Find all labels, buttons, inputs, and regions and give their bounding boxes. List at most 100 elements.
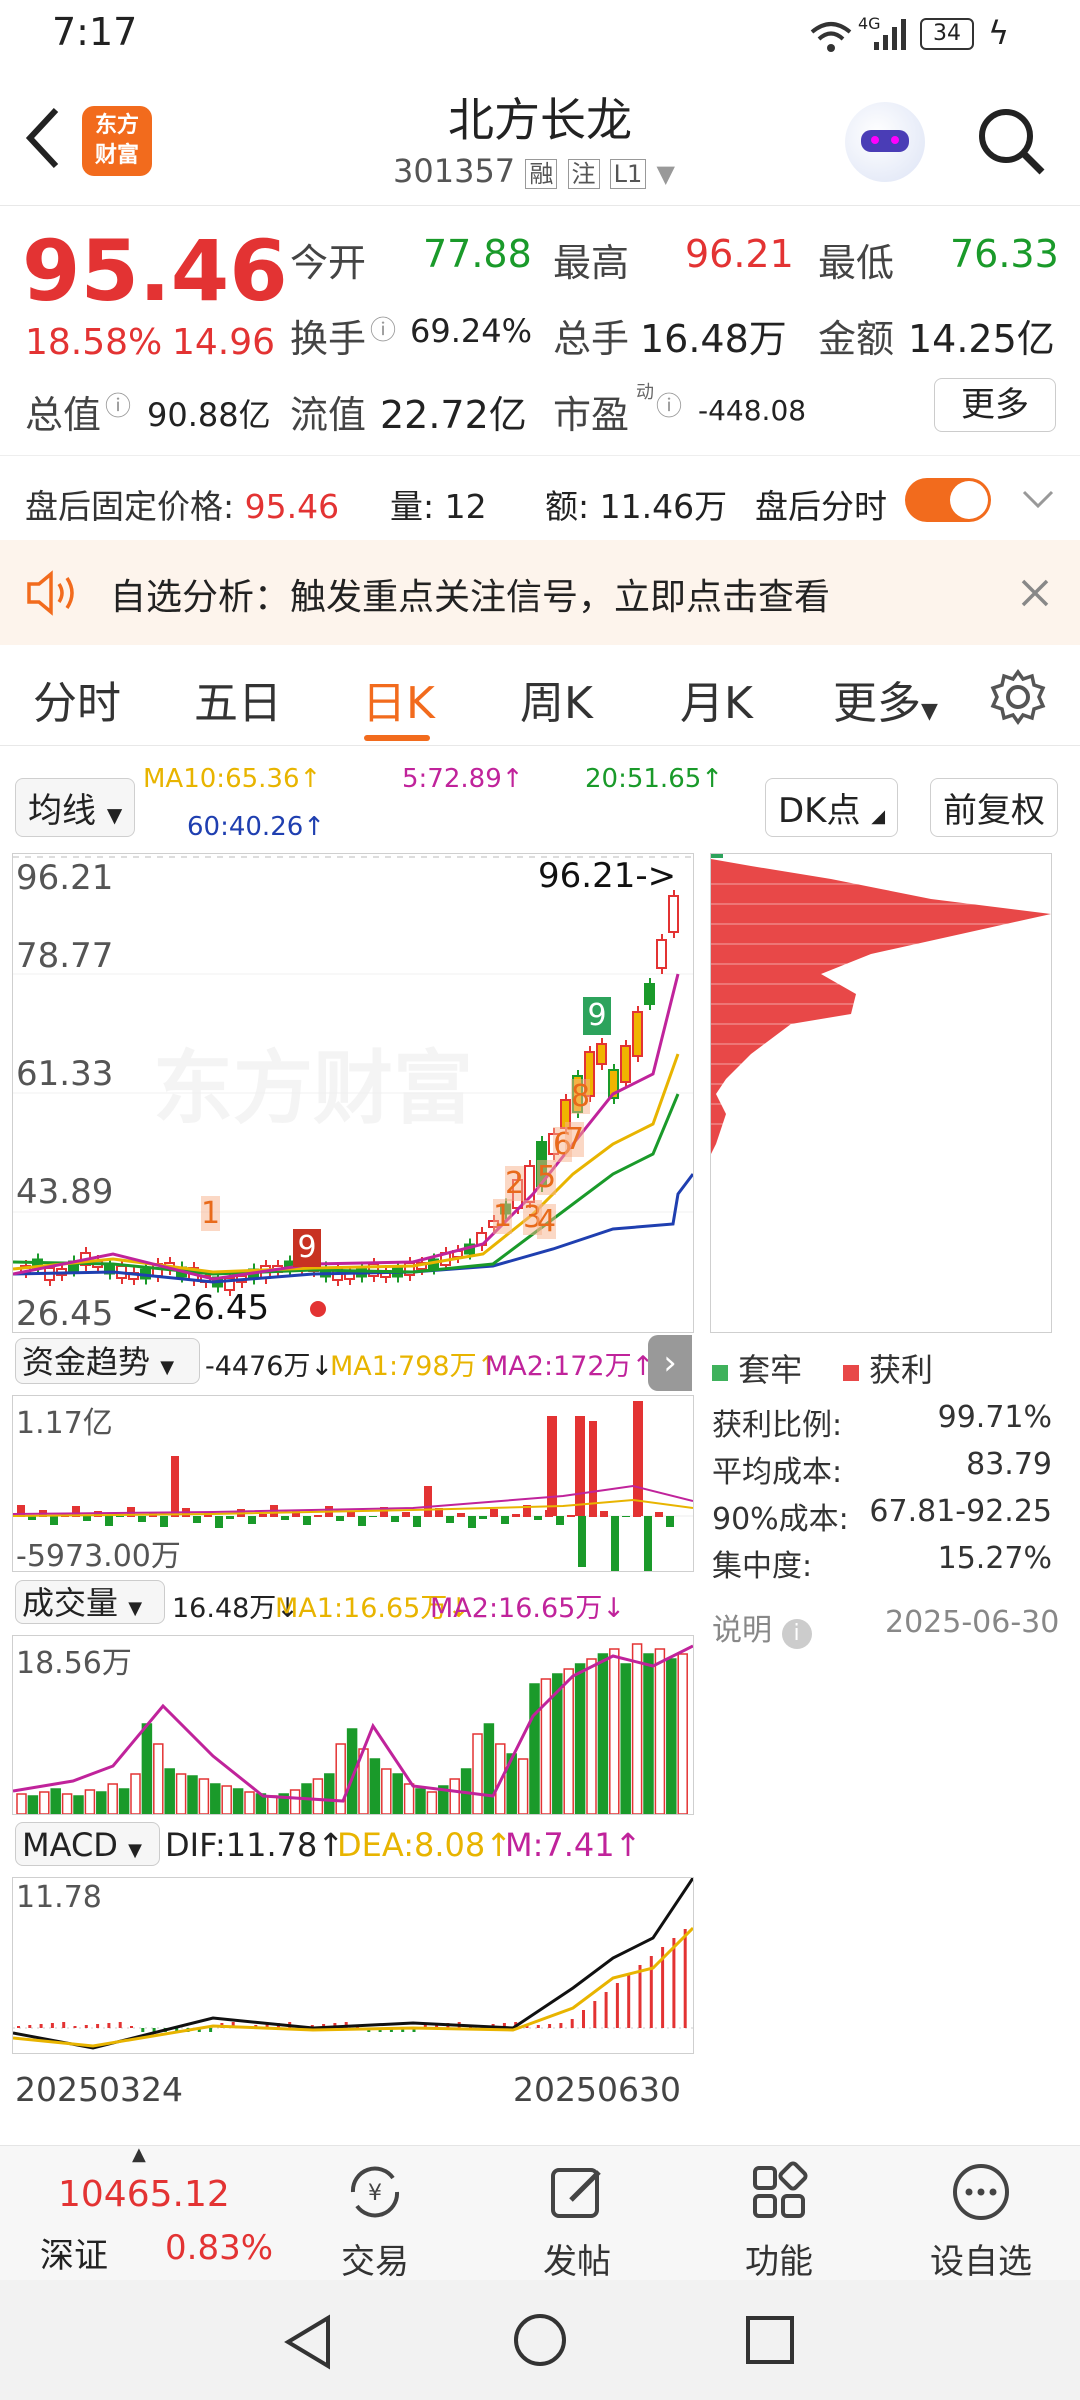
capital-bar: [391, 1516, 399, 1522]
more-button[interactable]: 更多: [934, 378, 1056, 432]
more-dots-icon: [953, 2164, 1009, 2220]
capital-bar: [600, 1511, 608, 1517]
caret-up-icon: ▲: [132, 2144, 146, 2165]
stock-code-row[interactable]: 301357 融 注 L1 ▼: [393, 152, 675, 190]
nav-home-icon[interactable]: [512, 2312, 568, 2368]
volume-label: 总手: [553, 317, 630, 361]
volume-bar: [107, 1783, 118, 1815]
capital-bar: [622, 1516, 630, 1517]
tab-more[interactable]: 更多▼: [833, 667, 938, 731]
nav-back-icon[interactable]: [282, 2314, 334, 2370]
nav-recents-icon[interactable]: [744, 2314, 796, 2366]
capital-bar: [248, 1516, 256, 1524]
expand-arrow-button[interactable]: ›: [648, 1335, 692, 1391]
macd-dea: DEA:8.08↑: [337, 1826, 513, 1864]
capital-bar: [193, 1516, 201, 1523]
tab-monthly-k[interactable]: 月K: [680, 667, 753, 731]
svg-text:¥: ¥: [368, 2181, 382, 2206]
volume-bar: [141, 1723, 153, 1815]
tab-intraday[interactable]: 分时: [33, 667, 121, 731]
dk-point-button[interactable]: DK点 ◢: [765, 778, 899, 837]
macd-bar: [17, 2026, 20, 2028]
macd-bar: [559, 2023, 563, 2028]
volume-bar: [27, 1795, 39, 1815]
back-icon[interactable]: [22, 106, 62, 170]
chip-stats: 获利比例: 99.71% 平均成本: 83.79 90%成本: 67.81-92.25…: [712, 1400, 1052, 1588]
info-icon[interactable]: ⓘ: [105, 386, 131, 423]
capital-bar: [336, 1516, 344, 1521]
volume-bar: [312, 1778, 324, 1815]
macd-bar: [84, 2025, 88, 2028]
capital-bar: [215, 1516, 223, 1528]
chevron-down-icon[interactable]: [1020, 488, 1056, 512]
features-button[interactable]: 功能: [699, 2146, 859, 2282]
indicator-selector[interactable]: 均线 ▼: [15, 778, 136, 837]
volume-ma2: MA2:16.65万↓: [430, 1593, 625, 1624]
capital-bar: [171, 1456, 179, 1517]
chip-distribution[interactable]: [710, 853, 1052, 1333]
trade-label: 交易: [341, 2242, 409, 2282]
tab-weekly-k[interactable]: 周K: [520, 667, 593, 731]
adjust-mode-button[interactable]: 前复权: [930, 778, 1058, 837]
kline-candle: [620, 1045, 631, 1083]
system-nav-bar: [0, 2280, 1080, 2400]
info-icon[interactable]: ⓘ: [656, 386, 682, 423]
index-ticker[interactable]: ▲ 10465.12 深证 0.83%: [20, 2144, 280, 2281]
kline-y-tick: 78.77: [16, 936, 114, 976]
macd-bar: [615, 1983, 619, 2028]
capital-selector[interactable]: 资金趋势 ▼: [15, 1338, 200, 1384]
capital-chart[interactable]: 1.17亿 -5973.00万: [12, 1395, 694, 1597]
dropdown-icon: ▼: [656, 160, 675, 188]
low-value: 76.33: [950, 232, 1059, 276]
afterhours-toggle[interactable]: [905, 478, 991, 522]
macd-bar: [536, 2025, 540, 2028]
close-icon[interactable]: [1020, 578, 1050, 608]
assistant-avatar[interactable]: [845, 102, 925, 182]
capital-bar: [83, 1516, 91, 1521]
tab-daily-k[interactable]: 日K: [362, 667, 435, 731]
macd-bar: [548, 2024, 552, 2028]
kline-chart[interactable]: 东方财富 96.21 78.77 61.33 43.89 26.45 96.21…: [12, 853, 694, 1334]
kline-candle: [656, 939, 667, 969]
analysis-banner[interactable]: 自选分析：触发重点关注信号，立即点击查看: [0, 540, 1080, 645]
volume-bar: [61, 1793, 73, 1815]
chip-bars: [711, 854, 1051, 1154]
afterhours-row: 盘后固定价格: 95.46: [25, 480, 339, 528]
gear-icon[interactable]: [990, 669, 1046, 725]
volume-bar: [50, 1788, 61, 1815]
float-label: 流值: [290, 393, 367, 437]
mktcap-value: 90.88亿: [147, 396, 271, 434]
volume-chart[interactable]: 18.56万: [12, 1635, 694, 1815]
volume-bar: [426, 1791, 438, 1815]
capital-bar: [226, 1516, 234, 1519]
app-logo[interactable]: 东方 财富: [82, 106, 152, 176]
grid-icon: [753, 2161, 808, 2218]
capital-bottom-tick: -5973.00万: [16, 1539, 181, 1574]
volume-bar: [643, 1653, 654, 1815]
index-pct: 0.83%: [165, 2228, 274, 2268]
volume-bar: [597, 1653, 609, 1815]
turnover-label: 换手: [290, 317, 367, 361]
chip-note-button[interactable]: 说明 i: [712, 1605, 812, 1649]
macd-bar: [62, 2022, 66, 2028]
volume-selector[interactable]: 成交量 ▼: [15, 1580, 165, 1624]
macd-chart[interactable]: 11.78: [12, 1877, 695, 2054]
capital-top-tick: 1.17亿: [16, 1406, 113, 1441]
macd-selector[interactable]: MACD ▼: [15, 1822, 160, 1866]
volume-bar: [96, 1791, 107, 1815]
post-button[interactable]: 发帖: [497, 2146, 657, 2282]
volume-bar: [529, 1683, 540, 1815]
search-icon[interactable]: [976, 106, 1046, 176]
capital-bar: [160, 1516, 168, 1527]
trade-button[interactable]: ¥ 交易: [295, 2146, 455, 2282]
afterhours-price: 95.46: [244, 487, 340, 526]
capital-bar: [666, 1516, 674, 1527]
volume-bar: [118, 1788, 130, 1815]
volume-bar: [210, 1783, 221, 1815]
kline-plot: [13, 856, 693, 1317]
tab-five-day[interactable]: 五日: [194, 667, 282, 731]
info-icon[interactable]: ⓘ: [370, 310, 396, 347]
kline-y-tick: 43.89: [16, 1172, 114, 1212]
volume-bar: [16, 1793, 27, 1815]
add-watchlist-button[interactable]: 设自选: [901, 2146, 1061, 2282]
